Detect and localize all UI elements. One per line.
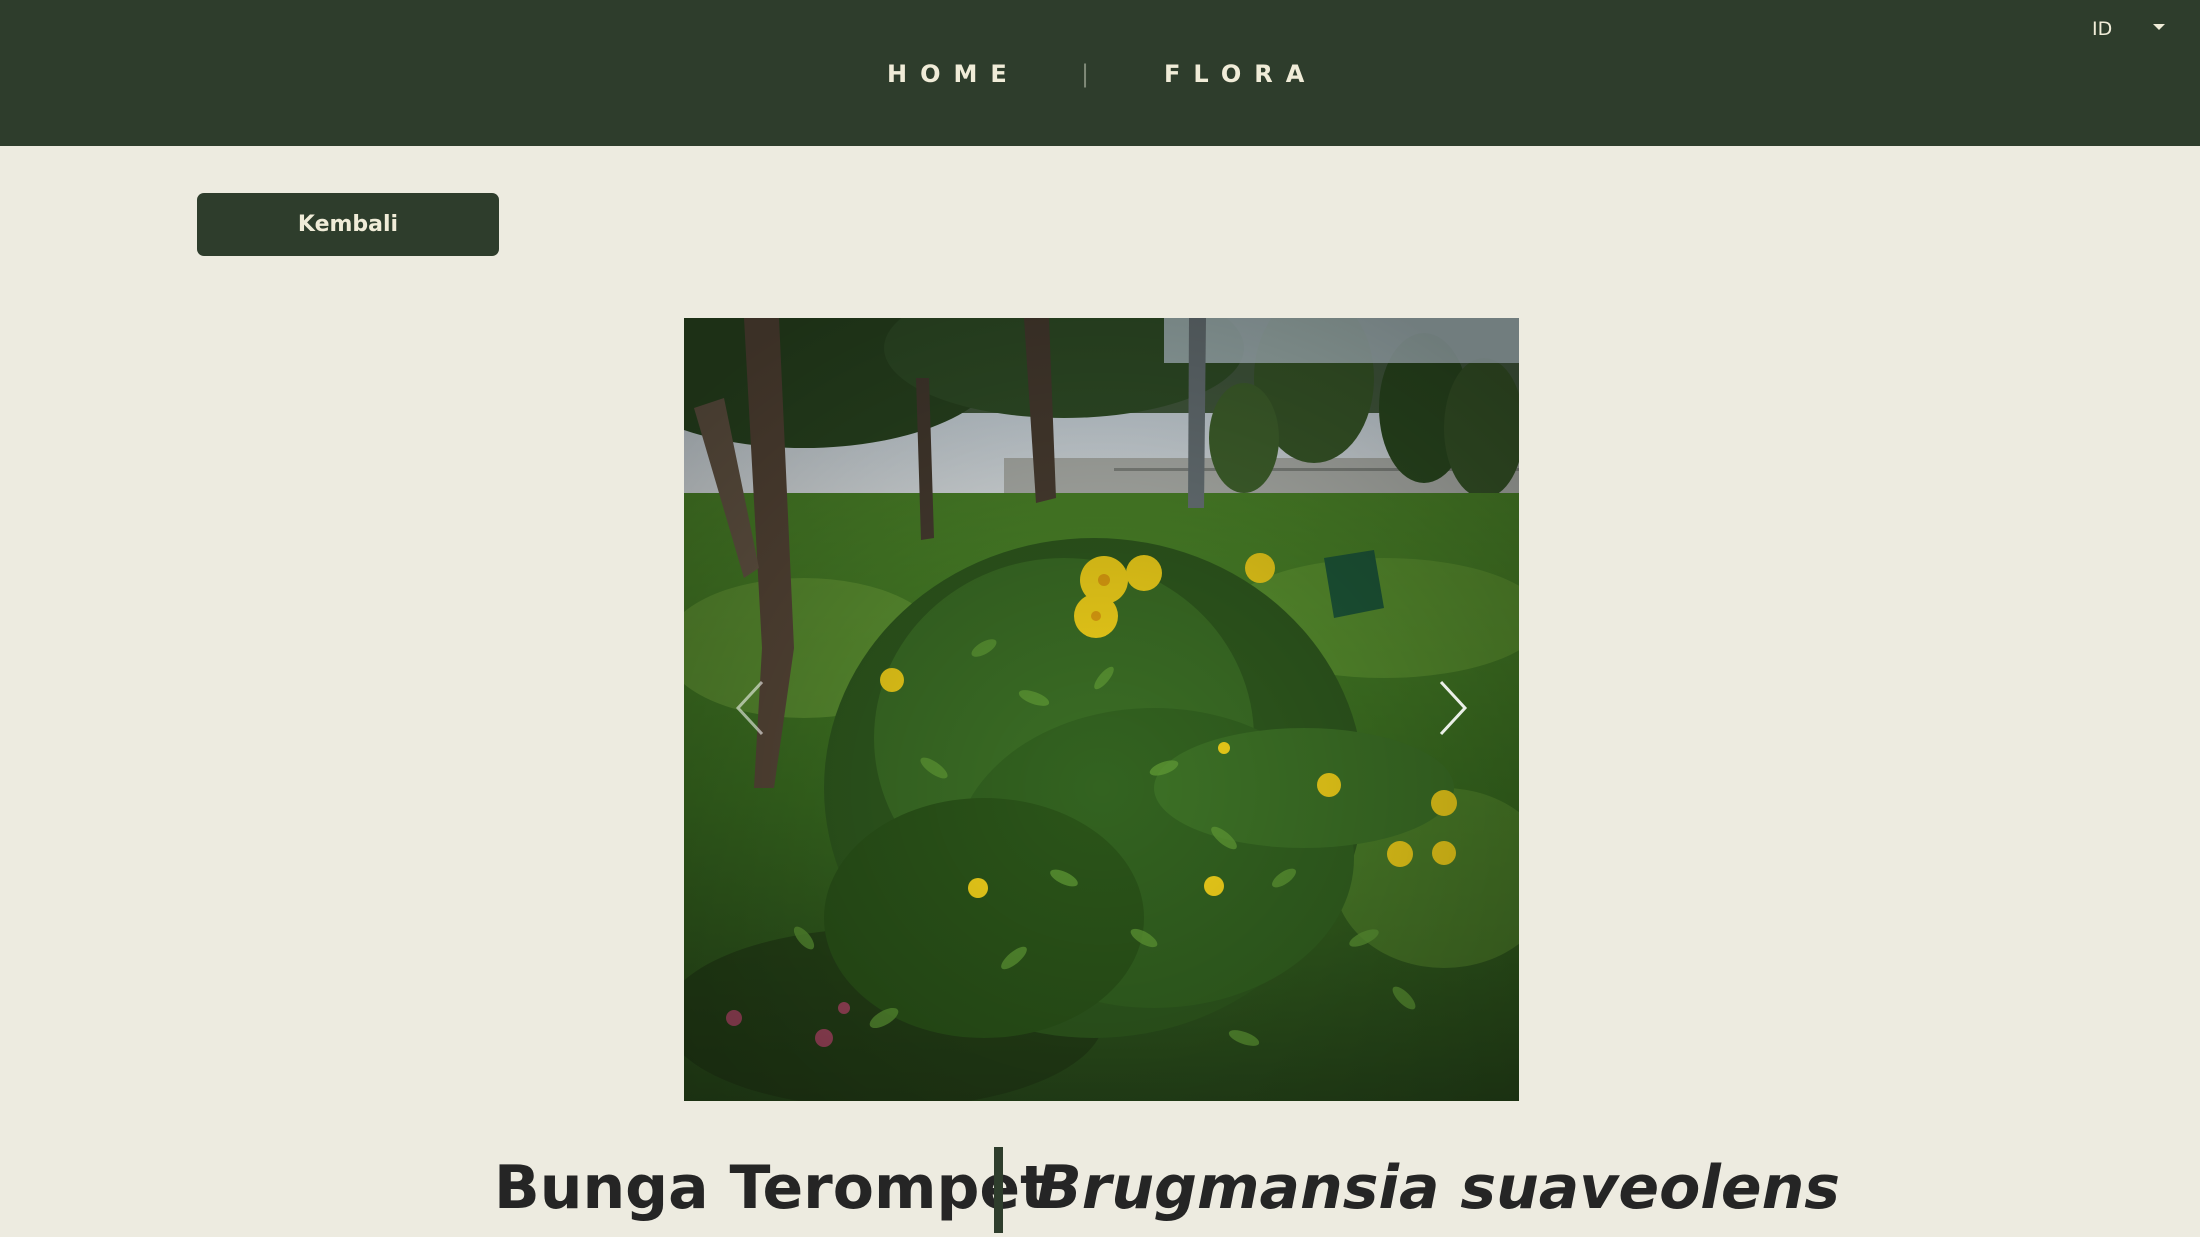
nav-home-link[interactable]: HOME (887, 56, 1020, 92)
plant-common-name: Bunga Terompet (494, 1153, 1049, 1223)
plant-scientific-name: Brugmansia suaveolens (1036, 1153, 1840, 1223)
language-dropdown[interactable]: ID (2092, 14, 2172, 44)
main-nav: HOME | FLORA (0, 56, 2200, 92)
back-button[interactable]: Kembali (197, 193, 499, 256)
nav-flora-link[interactable]: FLORA (1164, 56, 1317, 92)
carousel-prev-button[interactable] (724, 668, 784, 748)
plant-title: Bunga Terompet Brugmansia suaveolens (0, 1145, 2200, 1237)
nav-separator: | (1081, 60, 1090, 88)
caret-down-icon (2153, 24, 2165, 30)
chevron-right-icon (1439, 680, 1468, 736)
title-divider (994, 1147, 1003, 1233)
top-navbar: HOME | FLORA ID (0, 0, 2200, 146)
language-selected: ID (2092, 18, 2113, 40)
chevron-left-icon (735, 680, 764, 736)
photo-carousel (684, 318, 1519, 1101)
plant-photo (684, 318, 1519, 1101)
carousel-next-button[interactable] (1421, 668, 1481, 748)
